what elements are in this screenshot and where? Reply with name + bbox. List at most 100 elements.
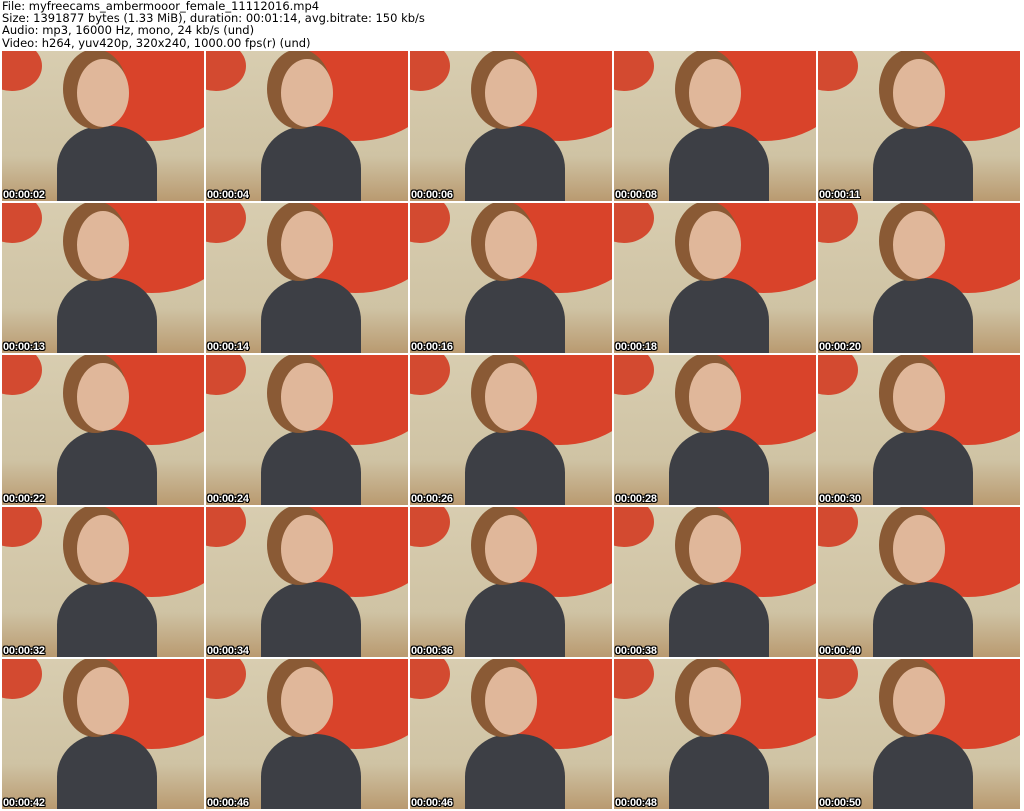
frame-subject-head [689, 515, 741, 583]
video-thumbnail: 00:00:22 [2, 355, 204, 505]
frame-subject-head [77, 59, 129, 127]
video-thumbnail: 00:00:11 [818, 51, 1020, 201]
frame-subject-head [893, 515, 945, 583]
background-decor [2, 203, 42, 243]
file-info-header: File: myfreecams_ambermooor_female_11112… [2, 0, 425, 49]
timestamp-label: 00:00:26 [411, 493, 453, 505]
frame-subject [57, 126, 157, 201]
frame-subject-head [281, 515, 333, 583]
video-thumbnail: 00:00:32 [2, 507, 204, 657]
frame-subject [57, 734, 157, 809]
timestamp-label: 00:00:32 [3, 645, 45, 657]
timestamp-label: 00:00:14 [207, 341, 249, 353]
timestamp-label: 00:00:34 [207, 645, 249, 657]
frame-subject-head [485, 211, 537, 279]
timestamp-label: 00:00:48 [615, 797, 657, 809]
video-thumbnail: 00:00:28 [614, 355, 816, 505]
frame-subject [465, 582, 565, 657]
frame-subject [669, 126, 769, 201]
video-thumbnail: 00:00:46 [206, 659, 408, 809]
frame-subject [57, 430, 157, 505]
background-decor [614, 355, 654, 395]
video-thumbnail: 00:00:30 [818, 355, 1020, 505]
background-decor [2, 355, 42, 395]
timestamp-label: 00:00:24 [207, 493, 249, 505]
video-thumbnail: 00:00:02 [2, 51, 204, 201]
background-decor [2, 507, 42, 547]
audio-info: Audio: mp3, 16000 Hz, mono, 24 kb/s (und… [2, 23, 255, 38]
video-thumbnail: 00:00:04 [206, 51, 408, 201]
frame-subject-head [77, 515, 129, 583]
frame-subject [873, 734, 973, 809]
background-decor [818, 507, 858, 547]
frame-subject-head [485, 667, 537, 735]
timestamp-label: 00:00:40 [819, 645, 861, 657]
video-thumbnail: 00:00:13 [2, 203, 204, 353]
frame-subject [465, 430, 565, 505]
background-decor [206, 203, 246, 243]
timestamp-label: 00:00:46 [411, 797, 453, 809]
frame-subject-head [77, 211, 129, 279]
frame-subject-head [281, 667, 333, 735]
background-decor [614, 507, 654, 547]
frame-subject-head [689, 59, 741, 127]
video-thumbnail: 00:00:14 [206, 203, 408, 353]
frame-subject-head [485, 59, 537, 127]
background-decor [2, 51, 42, 91]
video-thumbnail: 00:00:34 [206, 507, 408, 657]
timestamp-label: 00:00:06 [411, 189, 453, 201]
timestamp-label: 00:00:16 [411, 341, 453, 353]
video-thumbnail: 00:00:38 [614, 507, 816, 657]
frame-subject [57, 278, 157, 353]
background-decor [206, 51, 246, 91]
background-decor [614, 203, 654, 243]
video-thumbnail: 00:00:42 [2, 659, 204, 809]
video-thumbnail: 00:00:18 [614, 203, 816, 353]
frame-subject [57, 582, 157, 657]
video-thumbnail: 00:00:20 [818, 203, 1020, 353]
frame-subject [873, 582, 973, 657]
frame-subject-head [893, 211, 945, 279]
frame-subject-head [77, 363, 129, 431]
frame-subject-head [689, 363, 741, 431]
timestamp-label: 00:00:02 [3, 189, 45, 201]
timestamp-label: 00:00:46 [207, 797, 249, 809]
timestamp-label: 00:00:11 [819, 189, 861, 201]
background-decor [410, 355, 450, 395]
frame-subject-head [485, 363, 537, 431]
frame-subject [873, 126, 973, 201]
frame-subject-head [893, 363, 945, 431]
background-decor [614, 51, 654, 91]
frame-subject [465, 734, 565, 809]
background-decor [410, 203, 450, 243]
timestamp-label: 00:00:38 [615, 645, 657, 657]
thumbnail-grid: 00:00:02 00:00:04 00:00:06 00:00:08 00:00:11… [2, 51, 1020, 809]
frame-subject [261, 126, 361, 201]
video-thumbnail: 00:00:06 [410, 51, 612, 201]
timestamp-label: 00:00:28 [615, 493, 657, 505]
background-decor [2, 659, 42, 699]
timestamp-label: 00:00:18 [615, 341, 657, 353]
video-thumbnail: 00:00:46 [410, 659, 612, 809]
frame-subject [261, 582, 361, 657]
frame-subject-head [485, 515, 537, 583]
timestamp-label: 00:00:42 [3, 797, 45, 809]
video-thumbnail: 00:00:48 [614, 659, 816, 809]
timestamp-label: 00:00:08 [615, 189, 657, 201]
frame-subject [261, 430, 361, 505]
timestamp-label: 00:00:04 [207, 189, 249, 201]
frame-subject-head [689, 667, 741, 735]
background-decor [818, 659, 858, 699]
timestamp-label: 00:00:20 [819, 341, 861, 353]
frame-subject [465, 126, 565, 201]
video-thumbnail: 00:00:24 [206, 355, 408, 505]
frame-subject-head [77, 667, 129, 735]
frame-subject [669, 582, 769, 657]
background-decor [818, 51, 858, 91]
frame-subject [873, 430, 973, 505]
background-decor [614, 659, 654, 699]
frame-subject [669, 278, 769, 353]
frame-subject-head [689, 211, 741, 279]
timestamp-label: 00:00:50 [819, 797, 861, 809]
frame-subject [669, 430, 769, 505]
